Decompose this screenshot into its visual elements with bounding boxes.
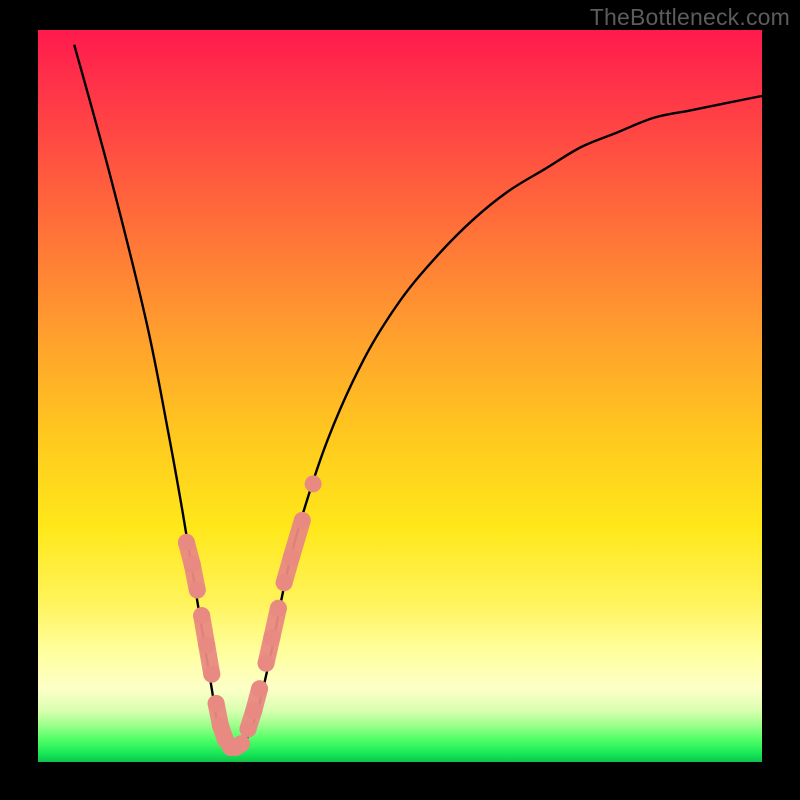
highlight-dot [198,636,215,653]
highlight-dot [178,534,195,551]
chart-frame: TheBottleneck.com [0,0,800,800]
plot-area [38,30,762,762]
highlight-dot [184,556,201,573]
highlight-dot [305,475,322,492]
highlight-dot [189,581,206,598]
highlight-dot [212,717,229,734]
highlight-dot [258,655,275,672]
highlight-dot [193,607,210,624]
highlight-dot [276,574,293,591]
highlight-dot [233,735,250,752]
bottleneck-curve [74,45,762,751]
highlight-dot [270,600,287,617]
highlight-dots [178,475,322,756]
highlight-dot [245,702,262,719]
highlight-dot [294,512,311,529]
highlight-dot [251,680,268,697]
highlight-dot [263,629,280,646]
highlight-dot [283,549,300,566]
highlight-dot [239,721,256,738]
highlight-dot [208,695,225,712]
curve-layer [38,30,762,762]
watermark-text: TheBottleneck.com [590,4,790,31]
highlight-dot [203,666,220,683]
